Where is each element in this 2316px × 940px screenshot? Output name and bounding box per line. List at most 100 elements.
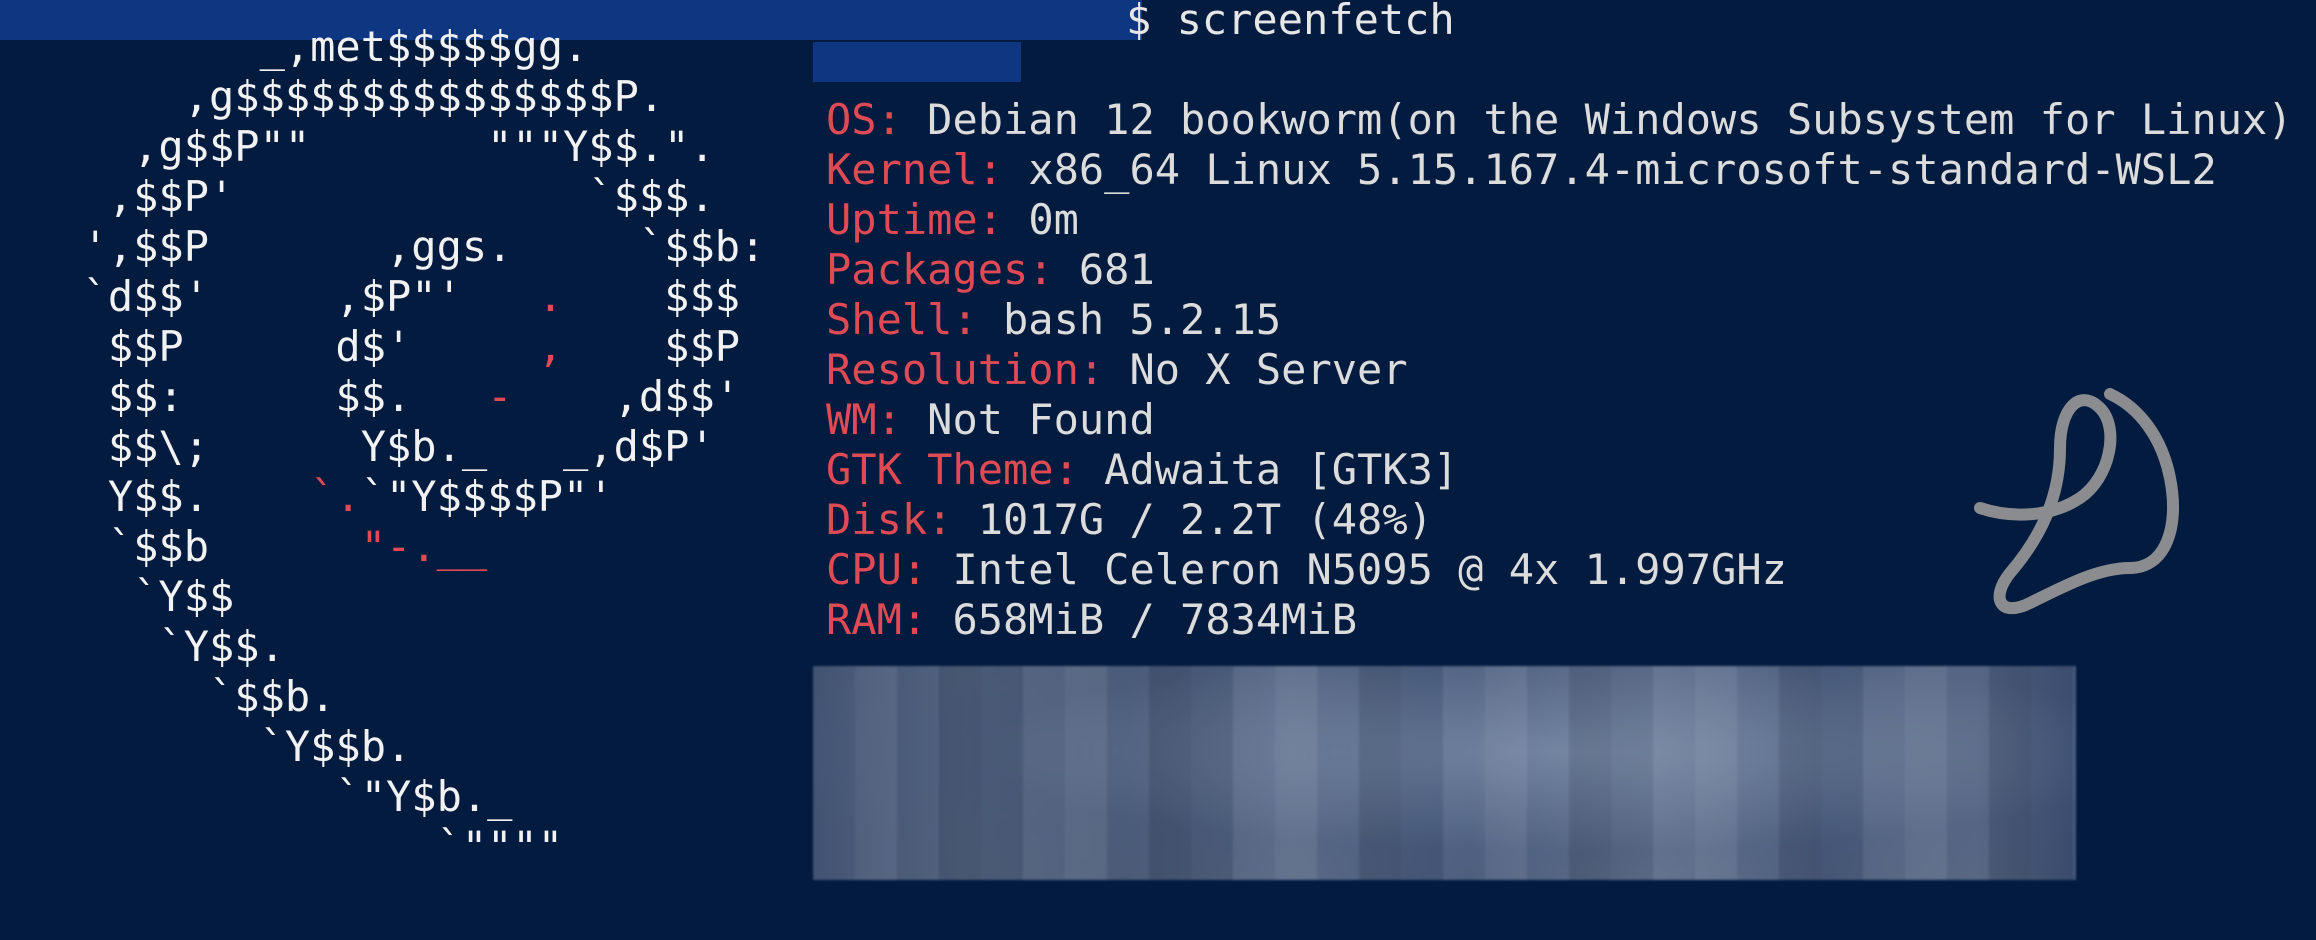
mosaic-tile: [1401, 774, 1443, 810]
mosaic-tile: [813, 702, 855, 738]
logo-text: `Y$$b.: [32, 722, 412, 771]
mosaic-tile: [1359, 774, 1401, 810]
info-value: 658MiB / 7834MiB: [952, 595, 1358, 644]
mosaic-tile: [1863, 702, 1905, 738]
mosaic-tile: [1905, 774, 1947, 810]
mosaic-tile: [1863, 810, 1905, 846]
mosaic-tile: [1275, 666, 1317, 702]
mosaic-tile: [1737, 774, 1779, 810]
info-label: RAM:: [826, 595, 928, 644]
mosaic-tile: [1695, 702, 1737, 738]
mosaic-tile: [1401, 846, 1443, 880]
mosaic-tile: [897, 738, 939, 774]
mosaic-tile: [1149, 738, 1191, 774]
mosaic-tile: [1947, 810, 1989, 846]
mosaic-tile: [1107, 846, 1149, 880]
mosaic-tile: [2073, 702, 2076, 738]
mosaic-tile: [1191, 810, 1233, 846]
mosaic-tile: [1023, 774, 1065, 810]
logo-line: `d$$' ,$P"' . $$$: [32, 272, 740, 322]
mosaic-tile: [1989, 846, 2031, 880]
mosaic-tile: [1107, 738, 1149, 774]
mosaic-tile: [1065, 846, 1107, 880]
mosaic-tile: [1443, 738, 1485, 774]
mosaic-tile: [1065, 810, 1107, 846]
mosaic-tile: [2073, 666, 2076, 702]
mosaic-tile: [1947, 666, 1989, 702]
mosaic-tile: [897, 774, 939, 810]
mosaic-tile: [1065, 702, 1107, 738]
mosaic-tile: [1779, 738, 1821, 774]
info-value: Adwaita [GTK3]: [1104, 445, 1459, 494]
mosaic-tile: [1107, 810, 1149, 846]
mosaic-tile: [1317, 810, 1359, 846]
logo-text: ,g$$$$$$$$$$$$$$$P.: [32, 72, 665, 121]
mosaic-tile: [2031, 666, 2073, 702]
mosaic-tile: [1359, 666, 1401, 702]
mosaic-tile: [1233, 702, 1275, 738]
mosaic-tile: [1317, 666, 1359, 702]
mosaic-tile: [1317, 738, 1359, 774]
mosaic-tile: [1191, 666, 1233, 702]
mosaic-tile: [1779, 666, 1821, 702]
mosaic-tile: [1317, 702, 1359, 738]
logo-text: `$$b.: [32, 672, 336, 721]
logo-text: $$\; Y$b._ _,d$P': [32, 422, 715, 471]
mosaic-tile: [1611, 774, 1653, 810]
logo-text: `Y$$.: [32, 622, 285, 671]
mosaic-tile: [1443, 846, 1485, 880]
mosaic-tile: [1023, 738, 1065, 774]
info-value: Not Found: [927, 395, 1155, 444]
logo-text: ',$$P ,ggs. `$$b:: [32, 222, 766, 271]
mosaic-tile: [1359, 810, 1401, 846]
logo-text: $$$: [563, 272, 741, 321]
mosaic-tile: [1863, 774, 1905, 810]
mosaic-tile: [1863, 666, 1905, 702]
info-label: Resolution:: [826, 345, 1105, 394]
terminal-window[interactable]: $ screenfetch _,met$$$$$gg. ,g$$$$$$$$$$…: [0, 0, 2316, 940]
logo-accent: "-.__: [360, 522, 488, 571]
mosaic-tile: [1233, 738, 1275, 774]
info-label: Packages:: [826, 245, 1054, 294]
mosaic-tile: [1863, 846, 1905, 880]
mosaic-tile: [1149, 846, 1191, 880]
mosaic-tile: [1401, 666, 1443, 702]
mosaic-tile: [813, 846, 855, 880]
logo-accent: ,: [537, 322, 564, 371]
mosaic-tile: [1989, 774, 2031, 810]
info-label: WM:: [826, 395, 902, 444]
command-prompt: $ screenfetch: [1126, 0, 1455, 44]
mosaic-tile: [939, 774, 981, 810]
mosaic-tile: [2031, 774, 2073, 810]
logo-text: ,d$$': [512, 372, 741, 421]
mosaic-tile: [1443, 666, 1485, 702]
mosaic-tile: [2031, 702, 2073, 738]
mosaic-tile: [1443, 702, 1485, 738]
mosaic-tile: [1611, 738, 1653, 774]
signature-watermark-icon: [1970, 388, 2210, 628]
info-label: GTK Theme:: [826, 445, 1079, 494]
logo-line: _,met$$$$$gg.: [32, 22, 589, 72]
mosaic-tile: [939, 702, 981, 738]
pixelated-redaction: [813, 666, 2076, 880]
mosaic-tile: [1149, 810, 1191, 846]
mosaic-tile: [1485, 846, 1527, 880]
info-uptime: Uptime: 0m: [826, 195, 2293, 245]
mosaic-tile: [1737, 810, 1779, 846]
mosaic-tile: [1695, 774, 1737, 810]
mosaic-tile: [1065, 666, 1107, 702]
mosaic-tile: [1737, 666, 1779, 702]
mosaic-tile: [2073, 846, 2076, 880]
mosaic-tile: [1779, 774, 1821, 810]
logo-line: $$P d$' , $$P: [32, 322, 740, 372]
logo-line: `"Y$b._: [32, 772, 512, 822]
mosaic-tile: [1359, 846, 1401, 880]
logo-line: `$$b "-.__: [32, 522, 487, 572]
logo-line: ',$$P ,ggs. `$$b:: [32, 222, 766, 272]
mosaic-tile: [1737, 702, 1779, 738]
mosaic-tile: [1569, 810, 1611, 846]
logo-line: `Y$$.: [32, 622, 285, 672]
info-value: 1017G / 2.2T (48%): [977, 495, 1433, 544]
info-value: 681: [1078, 245, 1155, 294]
mosaic-tile: [855, 702, 897, 738]
